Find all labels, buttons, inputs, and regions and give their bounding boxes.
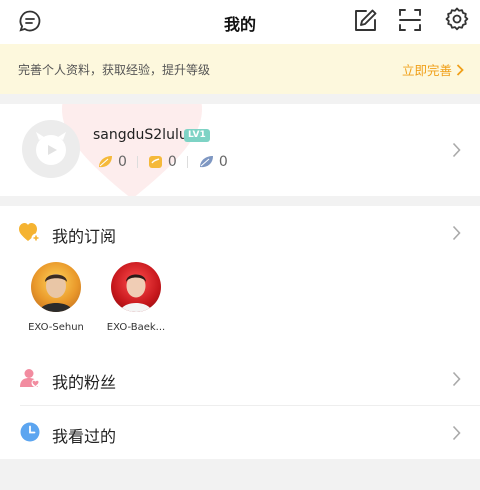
banner-text: 完善个人资料，获取经验，提升等级 bbox=[18, 63, 211, 77]
profile-card[interactable]: sangduS2lulu LV1 0 0 0 bbox=[0, 104, 480, 196]
history-row[interactable]: 我看过的 bbox=[0, 406, 480, 459]
fans-label: 我的粉丝 bbox=[52, 373, 117, 392]
scan-icon[interactable] bbox=[398, 8, 422, 36]
chevron-right-icon bbox=[452, 225, 461, 241]
menu-card: 我的粉丝 我看过的 bbox=[0, 352, 480, 459]
stat-gold-value: 0 bbox=[118, 154, 127, 170]
complete-profile-link[interactable]: 立即完善 bbox=[402, 60, 464, 79]
subscription-item[interactable]: EXO-Sehun bbox=[16, 262, 96, 333]
heart-plus-icon bbox=[19, 223, 41, 243]
subscription-name: EXO-Sehun bbox=[28, 322, 84, 333]
fans-row[interactable]: 我的粉丝 bbox=[0, 352, 480, 405]
chevron-right-icon bbox=[456, 63, 464, 76]
feather-icon bbox=[199, 156, 213, 168]
stat-ticket: 0 bbox=[148, 154, 177, 170]
avatar[interactable] bbox=[22, 120, 80, 178]
complete-profile-label: 立即完善 bbox=[401, 63, 452, 78]
stat-ticket-value: 0 bbox=[167, 154, 177, 170]
subscription-avatar bbox=[111, 262, 161, 312]
history-label: 我看过的 bbox=[52, 427, 117, 446]
stat-feather: 0 bbox=[198, 154, 228, 170]
subscriptions-label: 我的订阅 bbox=[52, 227, 117, 246]
default-avatar-icon bbox=[36, 132, 66, 165]
heart-watermark-icon bbox=[62, 104, 202, 196]
stat-gold: 0 bbox=[97, 154, 127, 170]
chevron-right-icon bbox=[452, 371, 461, 387]
edit-icon[interactable] bbox=[352, 8, 378, 38]
subscription-avatar bbox=[31, 262, 81, 312]
ticket-icon bbox=[148, 156, 162, 168]
username: sangduS2lulu bbox=[93, 127, 188, 143]
chevron-right-icon bbox=[452, 425, 461, 441]
subscription-item[interactable]: EXO-Baek... bbox=[96, 262, 176, 333]
profile-completion-banner: 完善个人资料，获取经验，提升等级 立即完善 bbox=[0, 44, 480, 94]
subscriptions-row[interactable]: 我的订阅 bbox=[0, 206, 480, 258]
chevron-right-icon bbox=[452, 142, 461, 158]
stat-feather-value: 0 bbox=[218, 154, 228, 170]
clock-icon bbox=[20, 422, 40, 442]
level-badge: LV1 bbox=[184, 129, 210, 142]
settings-gear-icon[interactable] bbox=[445, 7, 469, 35]
fans-user-icon bbox=[20, 369, 40, 387]
top-bar: 我的 bbox=[0, 0, 480, 44]
subscription-name: EXO-Baek... bbox=[106, 322, 166, 333]
gold-leaf-icon bbox=[99, 156, 112, 168]
user-stats: 0 0 0 bbox=[97, 154, 228, 170]
